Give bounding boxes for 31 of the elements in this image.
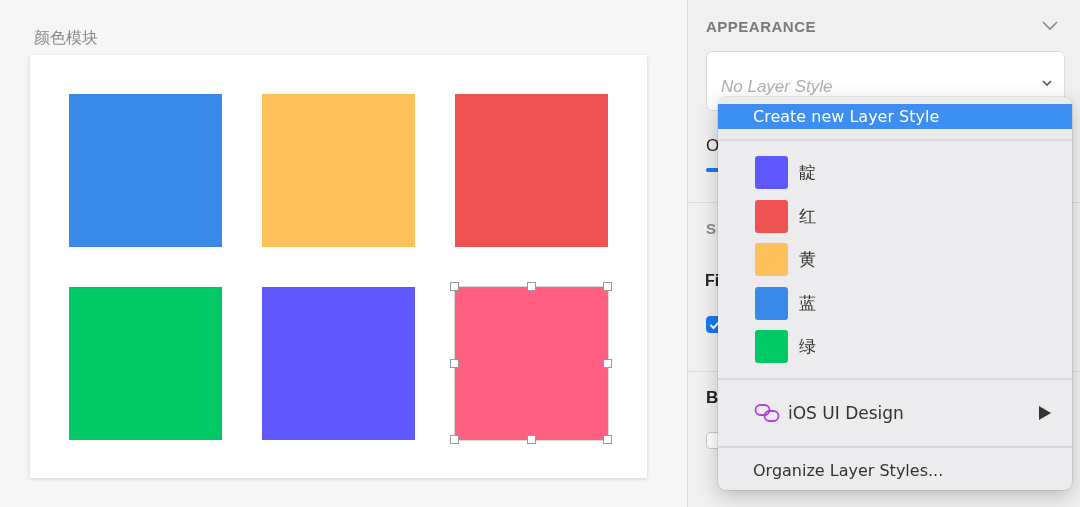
menu-item[interactable]: 绿	[718, 324, 1072, 369]
resize-handle[interactable]	[603, 435, 612, 444]
library-name: iOS UI Design	[788, 403, 905, 424]
resize-handle[interactable]	[450, 282, 459, 291]
style-name: 靛	[799, 161, 816, 185]
style-name: 黄	[799, 248, 816, 272]
resize-handle[interactable]	[450, 358, 459, 368]
menu-item[interactable]: iOS UI Design	[718, 396, 1072, 431]
style-name: 红	[799, 204, 816, 228]
borders-label: B	[706, 388, 719, 408]
link-icon	[754, 403, 780, 424]
menu-item[interactable]: Organize Layer Styles...	[718, 458, 1072, 484]
submenu-arrow-icon	[1038, 405, 1052, 422]
resize-handle[interactable]	[603, 358, 612, 368]
chevron-down-icon[interactable]	[1042, 21, 1058, 31]
menu-item[interactable]: 黄	[718, 237, 1072, 282]
chevron-down-icon	[1041, 79, 1053, 87]
resize-handle[interactable]	[450, 435, 459, 444]
fills-label: Fi	[705, 271, 720, 291]
section-title: S	[706, 219, 716, 239]
opacity-label: O	[706, 136, 720, 156]
resize-handle[interactable]	[526, 435, 536, 444]
menu-item[interactable]: 红	[718, 194, 1072, 238]
menu-item[interactable]: 蓝	[718, 281, 1072, 325]
section-title: APPEARANCE	[706, 17, 816, 35]
menu-item[interactable]: 靛	[718, 150, 1072, 195]
style-name: 蓝	[799, 291, 816, 315]
style-name: 绿	[799, 335, 816, 358]
resize-handle[interactable]	[526, 282, 536, 291]
artboard-title: 颜色模块	[34, 27, 98, 49]
resize-handle[interactable]	[603, 282, 612, 291]
